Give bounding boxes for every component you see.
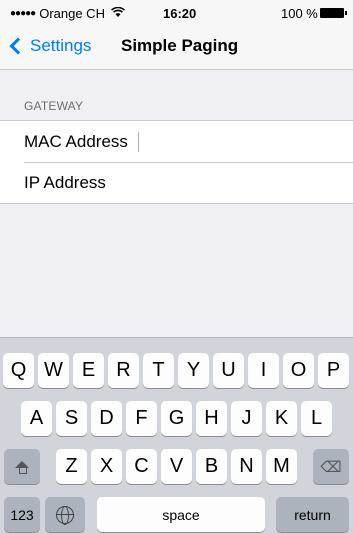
key-u[interactable]: U bbox=[213, 353, 244, 388]
key-w[interactable]: W bbox=[38, 353, 69, 388]
backspace-key[interactable]: ⌫ bbox=[313, 449, 349, 484]
globe-icon bbox=[56, 505, 74, 525]
page-title: Simple Paging bbox=[121, 36, 239, 55]
key-o[interactable]: O bbox=[283, 353, 314, 388]
key-t[interactable]: T bbox=[143, 353, 174, 388]
key-z[interactable]: Z bbox=[56, 449, 87, 484]
key-b[interactable]: B bbox=[196, 449, 227, 484]
key-e[interactable]: E bbox=[73, 353, 104, 388]
wifi-icon bbox=[110, 6, 125, 21]
key-q[interactable]: Q bbox=[3, 353, 34, 388]
carrier-name: Orange CH bbox=[39, 6, 105, 21]
battery-icon bbox=[320, 8, 347, 18]
keyboard-row-1: QWERTYUIOP bbox=[0, 353, 353, 388]
text-cursor bbox=[137, 131, 139, 152]
key-a[interactable]: A bbox=[21, 401, 52, 436]
key-g[interactable]: G bbox=[161, 401, 192, 436]
key-s[interactable]: S bbox=[56, 401, 87, 436]
key-m[interactable]: M bbox=[266, 449, 297, 484]
chevron-left-icon bbox=[9, 37, 27, 55]
key-k[interactable]: K bbox=[266, 401, 297, 436]
key-x[interactable]: X bbox=[91, 449, 122, 484]
key-j[interactable]: J bbox=[231, 401, 262, 436]
globe-key[interactable] bbox=[45, 497, 85, 532]
key-l[interactable]: L bbox=[301, 401, 332, 436]
backspace-icon: ⌫ bbox=[320, 458, 342, 476]
keyboard-row-4: 123 space return bbox=[0, 497, 353, 532]
carrier-info: ●●●●● Orange CH bbox=[10, 6, 125, 21]
key-r[interactable]: R bbox=[108, 353, 139, 388]
key-y[interactable]: Y bbox=[178, 353, 209, 388]
settings-group: MAC Address IP Address bbox=[0, 120, 353, 204]
key-f[interactable]: F bbox=[126, 401, 157, 436]
status-bar: ●●●●● Orange CH 16:20 100 % bbox=[0, 0, 353, 26]
keyboard: QWERTYUIOP ASDFGHJKL ZXCVBNM ⌫ 123 space… bbox=[0, 337, 353, 533]
battery-percent: 100 % bbox=[281, 6, 318, 21]
key-d[interactable]: D bbox=[91, 401, 122, 436]
shift-icon bbox=[15, 461, 29, 474]
mac-address-field[interactable]: MAC Address bbox=[0, 121, 353, 162]
return-key[interactable]: return bbox=[276, 497, 349, 532]
ip-address-field[interactable]: IP Address bbox=[24, 162, 353, 203]
key-n[interactable]: N bbox=[231, 449, 262, 484]
shift-key[interactable] bbox=[4, 449, 40, 484]
back-button-label: Settings bbox=[30, 36, 92, 55]
keyboard-row-3: ZXCVBNM ⌫ bbox=[0, 449, 353, 484]
keyboard-row-2: ASDFGHJKL bbox=[0, 401, 353, 436]
key-p[interactable]: P bbox=[318, 353, 349, 388]
key-v[interactable]: V bbox=[161, 449, 192, 484]
key-h[interactable]: H bbox=[196, 401, 227, 436]
navigation-bar: Settings Simple Paging bbox=[0, 26, 353, 70]
signal-strength-icon: ●●●●● bbox=[10, 8, 36, 19]
key-i[interactable]: I bbox=[248, 353, 279, 388]
section-header: GATEWAY bbox=[24, 99, 84, 113]
key-c[interactable]: C bbox=[126, 449, 157, 484]
back-button[interactable]: Settings bbox=[8, 36, 91, 56]
status-time: 16:20 bbox=[163, 6, 197, 21]
ip-address-label: IP Address bbox=[24, 173, 106, 192]
space-key[interactable]: space bbox=[97, 497, 265, 532]
mac-address-label: MAC Address bbox=[24, 131, 128, 151]
numbers-key[interactable]: 123 bbox=[4, 497, 40, 532]
